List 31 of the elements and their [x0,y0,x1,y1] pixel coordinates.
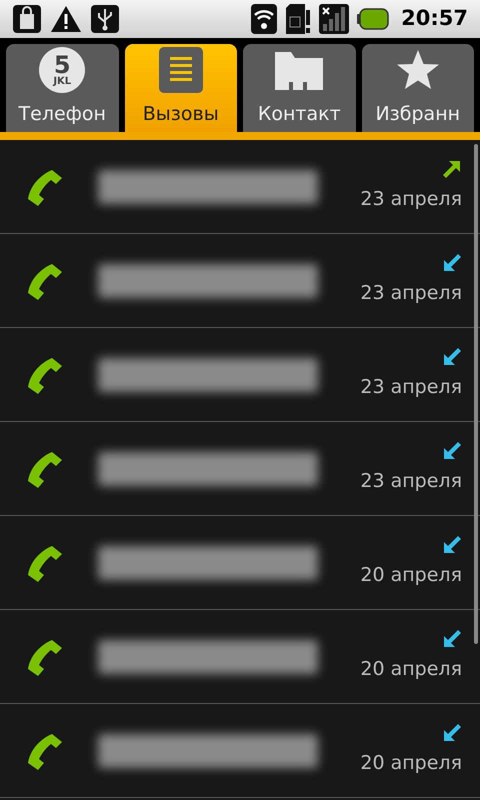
call-date: 20 апреля [360,751,462,776]
call-date: 20 апреля [360,657,462,682]
incoming-call-icon [442,253,462,274]
tab[interactable]: Вызовы [124,44,237,132]
clock-time: 20:57 [401,5,468,32]
star-icon [396,48,440,91]
incoming-call-icon [442,535,462,556]
incoming-call-icon [442,629,462,650]
usb-icon [90,4,120,34]
shopping-bag-icon [12,4,42,34]
call-date: 20 апреля [360,563,462,588]
sim-card-icon [285,4,312,34]
folder-icon [275,50,324,90]
incoming-call-icon [442,347,462,368]
call-date: 23 апреля [360,375,462,400]
wifi-icon [251,4,278,34]
battery-icon [357,8,390,30]
outgoing-call-icon [442,159,462,180]
tab[interactable]: Избранн [362,44,474,132]
tab[interactable]: 5 JKL Телефон [6,44,118,132]
list-icon [158,46,203,93]
call-date: 23 апреля [360,281,462,306]
call-date: 23 апреля [360,469,462,494]
incoming-call-icon [442,723,462,744]
call-date: 23 апреля [360,187,462,212]
incoming-call-icon [442,441,462,462]
signal-icon [319,4,350,34]
scrollbar[interactable] [474,144,478,644]
dial-key-icon: 5 JKL [39,46,86,93]
tab[interactable]: Контакт [243,44,356,132]
warning-icon [50,4,82,34]
